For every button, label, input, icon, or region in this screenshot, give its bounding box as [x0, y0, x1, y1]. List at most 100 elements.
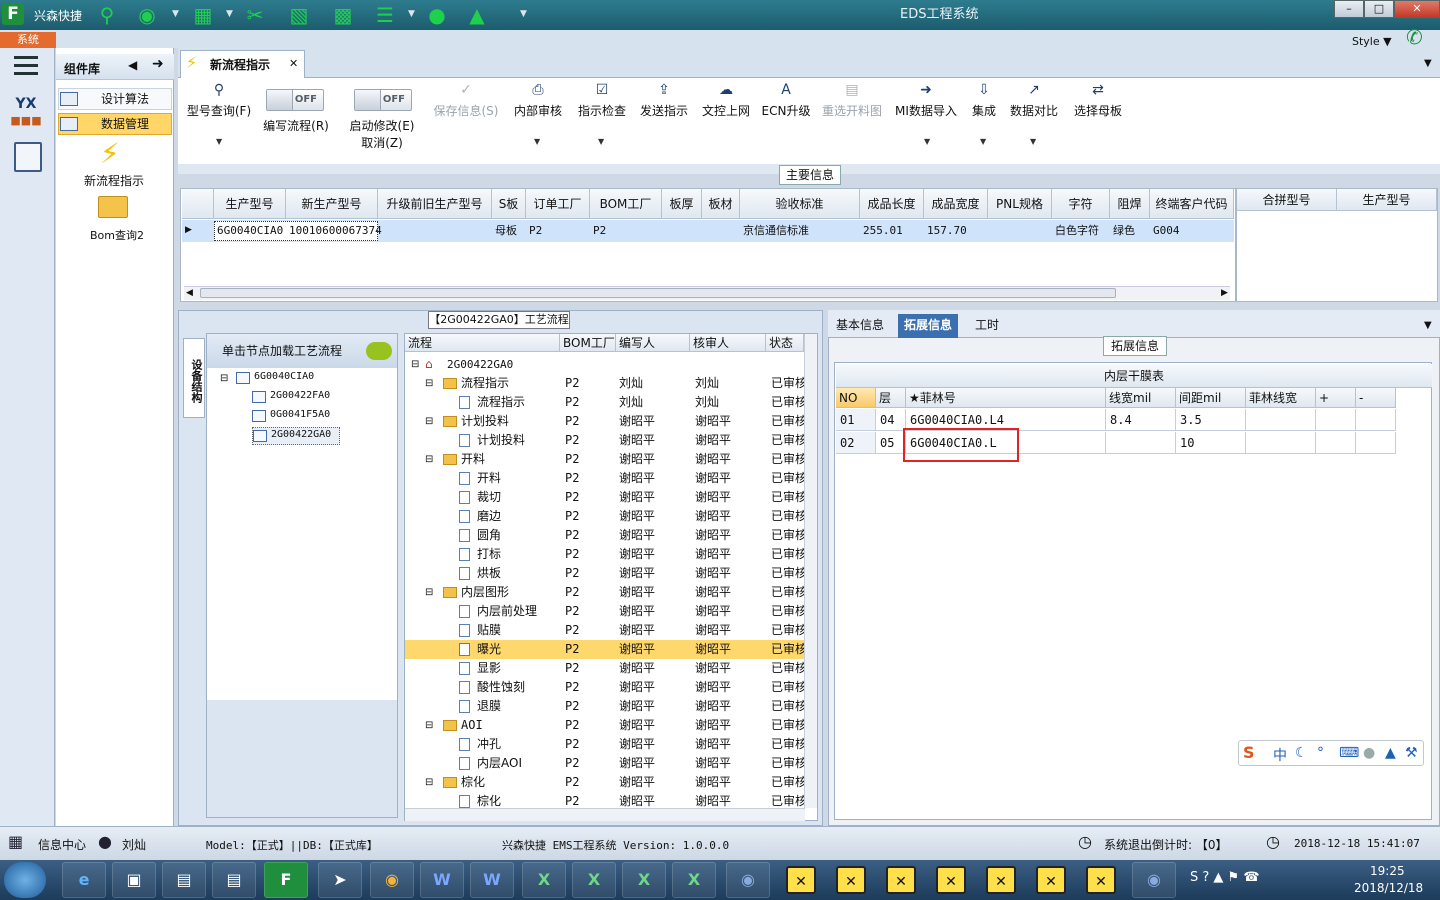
- user-icon[interactable]: ●: [424, 3, 450, 27]
- column-header[interactable]: BOM工厂: [590, 189, 662, 219]
- system-menu-tab[interactable]: 系统: [0, 32, 56, 48]
- save-disk-icon[interactable]: ▣: [112, 862, 156, 898]
- chevron-down-icon[interactable]: ▼: [534, 137, 540, 146]
- viewer-icon[interactable]: ✕: [786, 866, 816, 894]
- shortcut-bom-query[interactable]: Bom查询2: [90, 227, 144, 243]
- viewer-icon[interactable]: ✕: [886, 866, 916, 894]
- flow-step-row[interactable]: 显影 P2 谢昭平 谢昭平 已审核: [405, 659, 807, 678]
- column-header[interactable]: 核审人: [690, 334, 766, 352]
- flow-step-row[interactable]: 圆角 P2 谢昭平 谢昭平 已审核: [405, 526, 807, 545]
- collapse-icon[interactable]: ⊟: [425, 412, 433, 431]
- column-header[interactable]: 流程: [405, 334, 560, 352]
- column-header[interactable]: BOM工厂: [560, 334, 616, 352]
- excel-icon[interactable]: X: [572, 862, 616, 898]
- chevron-down-icon[interactable]: ▼: [1030, 137, 1036, 146]
- viewer-icon[interactable]: ✕: [1036, 866, 1066, 894]
- column-header[interactable]: S板: [492, 189, 526, 219]
- collapse-icon[interactable]: ⊟: [411, 355, 419, 374]
- chart-icon[interactable]: ▲: [464, 3, 490, 27]
- minimize-button[interactable]: –: [1334, 0, 1364, 18]
- table-cell[interactable]: [1356, 409, 1396, 431]
- flow-group-row[interactable]: ⊟ 内层图形 P2 谢昭平 谢昭平 已审核: [405, 583, 807, 602]
- flow-step-row[interactable]: 冲孔 P2 谢昭平 谢昭平 已审核: [405, 735, 807, 754]
- viewer-icon[interactable]: ✕: [1086, 866, 1116, 894]
- tab-work-hours[interactable]: 工时: [969, 314, 1005, 338]
- column-header[interactable]: 生产型号: [1337, 189, 1437, 211]
- table-cell[interactable]: 绿色: [1113, 221, 1149, 241]
- collapse-icon[interactable]: ⊟: [425, 374, 433, 393]
- column-header[interactable]: 升级前旧生产型号: [378, 189, 492, 219]
- column-header[interactable]: 新生产型号: [286, 189, 378, 219]
- table-cell[interactable]: [1246, 432, 1316, 454]
- chevron-down-icon[interactable]: ▼: [408, 9, 415, 19]
- table-cell[interactable]: 10: [1176, 432, 1246, 454]
- column-header[interactable]: 层: [876, 388, 906, 408]
- column-header[interactable]: +: [1316, 388, 1356, 408]
- table-cell[interactable]: 157.70: [927, 221, 987, 241]
- shortcut-new-flow[interactable]: 新流程指示: [84, 172, 144, 189]
- phone-icon[interactable]: ✆: [1406, 25, 1423, 49]
- save-info-button[interactable]: ✓ 保存信息(S): [430, 82, 502, 119]
- search-icon[interactable]: ⚲: [94, 3, 120, 27]
- tree-node[interactable]: 0G0041F5A0: [252, 408, 352, 426]
- globe-icon[interactable]: ◉: [134, 3, 160, 27]
- collapse-icon[interactable]: ⊟: [425, 716, 433, 735]
- ecn-upgrade-button[interactable]: A ECN升级: [760, 82, 812, 119]
- column-header[interactable]: 编写人: [616, 334, 690, 352]
- internal-review-button[interactable]: ⎙ 内部审核: [510, 82, 566, 119]
- send-instruction-button[interactable]: ⇪ 发送指示: [636, 82, 692, 119]
- flow-step-row[interactable]: 酸性蚀刻 P2 谢昭平 谢昭平 已审核: [405, 678, 807, 697]
- edit-flow-toggle[interactable]: OFF: [266, 89, 324, 111]
- column-header[interactable]: 状态: [766, 334, 804, 352]
- collapse-icon[interactable]: ⊟: [425, 583, 433, 602]
- flow-group-row[interactable]: ⊟ 计划投料 P2 谢昭平 谢昭平 已审核: [405, 412, 807, 431]
- column-header[interactable]: 成品宽度: [924, 189, 988, 219]
- clipboard-icon[interactable]: ▩: [330, 3, 356, 27]
- column-header[interactable]: 阻焊: [1110, 189, 1150, 219]
- table-cell[interactable]: [705, 221, 739, 241]
- menu-icon[interactable]: [14, 56, 38, 80]
- column-header[interactable]: 间距mil: [1176, 388, 1246, 408]
- tab-extended-info[interactable]: 拓展信息: [898, 314, 959, 338]
- flow-group-row[interactable]: ⊟ 开料 P2 谢昭平 谢昭平 已审核: [405, 450, 807, 469]
- scroll-right-icon[interactable]: ▶: [1221, 288, 1228, 298]
- eye-icon[interactable]: ◉: [1132, 862, 1176, 898]
- viewer-icon[interactable]: ✕: [936, 866, 966, 894]
- collapse-icon[interactable]: ⊟: [425, 450, 433, 469]
- eds-app-icon[interactable]: F: [264, 862, 308, 898]
- tree-node[interactable]: 2G00422FA0: [252, 389, 352, 407]
- pin-icon[interactable]: ➜: [152, 56, 164, 72]
- scrollbar-thumb[interactable]: [200, 288, 1116, 298]
- flow-step-row[interactable]: 退膜 P2 谢昭平 谢昭平 已审核: [405, 697, 807, 716]
- chevron-down-icon[interactable]: ▼: [226, 9, 233, 19]
- table-cell[interactable]: 01: [836, 409, 876, 431]
- factory-icon[interactable]: YX ■■■: [8, 96, 44, 128]
- flow-step-row[interactable]: 流程指示 P2 刘灿 刘灿 已审核: [405, 393, 807, 412]
- tree-root-row[interactable]: ⊟ ⌂ 2G00422GA0: [405, 355, 805, 374]
- chevron-down-icon[interactable]: ▼: [172, 9, 179, 19]
- chevron-down-icon[interactable]: ▼: [1424, 58, 1432, 69]
- table-cell[interactable]: [1316, 432, 1356, 454]
- table-cell[interactable]: 05: [876, 432, 906, 454]
- calculator-icon[interactable]: [14, 142, 42, 172]
- film-icon[interactable]: ▧: [286, 3, 312, 27]
- shell-icon[interactable]: ◉: [370, 862, 414, 898]
- table-cell[interactable]: [1246, 409, 1316, 431]
- table-cell[interactable]: [665, 221, 701, 241]
- column-header[interactable]: 生产型号: [214, 189, 286, 219]
- flow-group-row[interactable]: ⊟ 流程指示 P2 刘灿 刘灿 已审核: [405, 374, 807, 393]
- flow-group-row[interactable]: ⊟ AOI P2 谢昭平 谢昭平 已审核: [405, 716, 807, 735]
- eye-icon[interactable]: ◉: [726, 862, 770, 898]
- table-cell[interactable]: P2: [529, 221, 589, 241]
- flow-step-row[interactable]: 曝光 P2 谢昭平 谢昭平 已审核: [405, 640, 807, 659]
- table-cell[interactable]: 母板: [495, 221, 525, 241]
- word-icon[interactable]: W: [420, 862, 464, 898]
- chevron-down-icon[interactable]: ▼: [980, 137, 986, 146]
- table-cell[interactable]: 白色字符: [1055, 221, 1109, 241]
- excel-icon[interactable]: X: [672, 862, 716, 898]
- flow-step-row[interactable]: 内层AOI P2 谢昭平 谢昭平 已审核: [405, 754, 807, 773]
- ie-icon[interactable]: e: [62, 862, 106, 898]
- flow-step-row[interactable]: 计划投料 P2 谢昭平 谢昭平 已审核: [405, 431, 807, 450]
- table-cell[interactable]: 10010600067374: [289, 221, 382, 241]
- close-button[interactable]: ✕: [1394, 0, 1440, 18]
